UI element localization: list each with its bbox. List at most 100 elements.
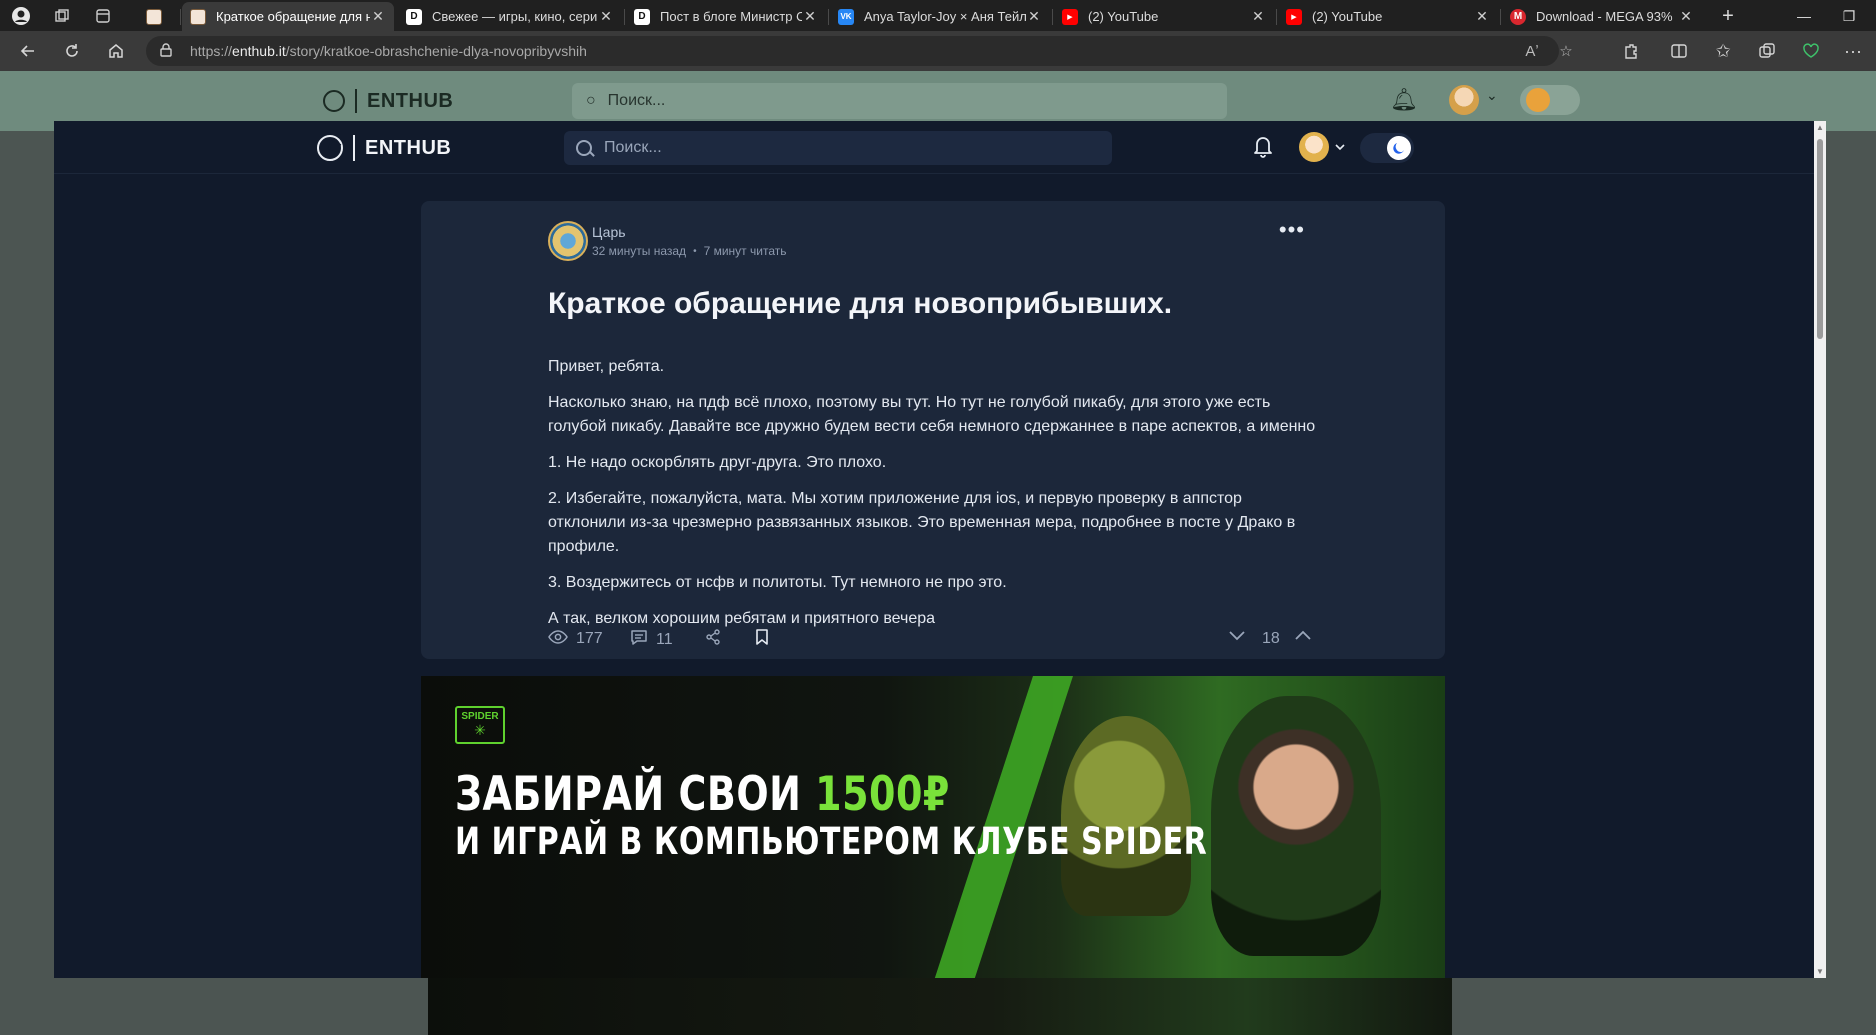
post-paragraph: 1. Не надо оскорблять друг-друга. Это пл… [548,454,887,471]
close-tab-icon[interactable]: ✕ [1250,8,1266,25]
background-search: ○ Поиск... [572,83,1227,119]
fortnite-character-image [1211,696,1381,956]
post-actions: 177 11 18 [548,628,1318,654]
page-viewport: ENTHUB ○ Поиск... 🔔︎ ⌄ ENTHUB Поиск... Ц… [0,71,1876,1035]
tab-title: (2) YouTube [1088,9,1159,24]
tab[interactable]: D Пост в блоге Министр Орте ✕ [626,2,826,31]
enthub-logo-icon [317,135,343,161]
restore-button[interactable]: ❐ [1834,3,1864,29]
author-name[interactable]: Царь [592,224,786,240]
tab-title: Anya Taylor-Joy × Аня Тейло [864,9,1026,24]
new-tab-button[interactable]: + [1715,3,1741,29]
tab-actions-icon[interactable] [90,3,116,29]
browser-essentials-icon[interactable] [1797,37,1825,65]
tab-active[interactable]: Краткое обращение для но ✕ [182,2,394,31]
post-paragraph: 3. Воздержитесь от нсфв и политоты. Тут … [548,574,1007,591]
extensions-icon[interactable] [1617,37,1645,65]
modal-scrollbar[interactable]: ▲ ▼ [1814,121,1826,978]
author-avatar[interactable] [548,221,588,261]
share-icon [704,628,722,651]
split-screen-icon[interactable] [1665,37,1693,65]
bookmark-icon [754,628,770,651]
search-icon [576,140,592,156]
theme-toggle[interactable] [1360,133,1414,163]
more-options-icon[interactable]: ••• [1279,219,1305,241]
dtf-favicon: D [634,8,650,25]
eye-icon [548,628,568,649]
background-banner [428,976,1452,1035]
read-time: 7 минут читать [703,244,787,258]
read-aloud-icon[interactable]: Aʼ [1518,37,1546,65]
logo-text: ENTHUB [365,136,452,159]
browser-tab-strip: Краткое обращение для но ✕ D Свежее — иг… [0,0,1876,31]
scroll-thumb[interactable] [1817,139,1823,339]
url-text: https://enthub.it/story/kratkoe-obrashch… [190,43,587,59]
back-button[interactable] [14,37,42,65]
share-button[interactable] [704,628,730,651]
site-logo[interactable]: ENTHUB [317,135,451,161]
tab[interactable]: ▶ (2) YouTube ✕ [1054,2,1274,31]
avatar [1299,132,1329,162]
post-paragraph: Привет, ребята. [548,358,665,375]
close-tab-icon[interactable]: ✕ [802,8,818,25]
close-tab-icon[interactable]: ✕ [370,8,386,25]
address-bar[interactable]: https://enthub.it/story/kratkoe-obrashch… [146,36,1573,66]
search-input[interactable]: Поиск... [564,131,1112,165]
youtube-favicon: ▶ [1286,8,1302,25]
reload-button[interactable] [58,37,86,65]
tab-title: Краткое обращение для но [216,9,370,24]
background-bell-icon: 🔔︎ [1390,87,1418,112]
close-tab-icon[interactable]: ✕ [1474,8,1490,25]
upvote-button[interactable] [1294,628,1312,646]
tab[interactable]: M Download - MEGA 93% ✕ [1502,2,1702,31]
moon-icon [1387,136,1411,160]
home-button[interactable] [102,37,130,65]
post-card: Царь 32 минуты назад • 7 минут читать ••… [421,201,1445,659]
menu-icon[interactable]: ··· [1839,37,1867,65]
tab-title: Пост в блоге Министр Орте [660,9,802,24]
chevron-up-icon [1295,630,1311,640]
post-paragraph: Насколько знаю, на пдф всё плохо, поэтом… [548,394,1316,435]
favorite-star-icon[interactable]: ☆ [1552,37,1580,65]
comments-button[interactable]: 11 [630,628,673,651]
user-menu-button[interactable] [1299,132,1345,162]
bookmark-button[interactable] [754,628,778,651]
notifications-bell-icon[interactable] [1252,134,1274,164]
youtube-favicon: ▶ [1062,8,1078,25]
close-tab-icon[interactable]: ✕ [1026,8,1042,25]
tab[interactable]: ▶ (2) YouTube ✕ [1278,2,1498,31]
enthub-favicon [146,8,162,25]
spider-logo: SPIDER ✳ [455,706,505,744]
minimize-button[interactable]: — [1789,3,1819,29]
doom-character-image [1061,716,1191,916]
tab-pinned[interactable] [138,2,176,31]
collections-icon[interactable] [1753,37,1781,65]
post-meta: 32 минуты назад • 7 минут читать [592,244,787,258]
chevron-down-icon [1229,631,1245,641]
favorites-icon[interactable]: ✩ [1709,37,1737,65]
comments-count: 11 [656,630,673,648]
browser-toolbar: https://enthub.it/story/kratkoe-obrashch… [0,31,1876,71]
mega-favicon: M [1510,8,1526,25]
background-chevron-icon: ⌄ [1486,87,1498,103]
banner-headline: ЗАБИРАЙ СВОИ 1500₽ [455,766,950,821]
post-title: Краткое обращение для новоприбывших. [548,287,1173,320]
close-tab-icon[interactable]: ✕ [598,8,614,25]
lock-icon[interactable] [160,42,178,60]
tab[interactable]: VK Anya Taylor-Joy × Аня Тейло ✕ [830,2,1050,31]
tab-title: (2) YouTube [1312,9,1383,24]
scroll-up-arrow-icon[interactable]: ▲ [1816,123,1824,132]
scroll-down-arrow-icon[interactable]: ▼ [1816,967,1824,976]
views-counter: 177 [548,628,603,649]
downvote-button[interactable] [1228,628,1246,646]
tab[interactable]: D Свежее — игры, кино, сери ✕ [398,2,622,31]
post-body: Привет, ребята. Насколько знаю, на пдф в… [548,355,1318,643]
site-header: ENTHUB Поиск... [54,121,1814,174]
close-tab-icon[interactable]: ✕ [1678,8,1694,25]
ad-banner[interactable]: SPIDER ✳ ЗАБИРАЙ СВОИ 1500₽ И ИГРАЙ В КО… [421,676,1445,978]
banner-subline: И ИГРАЙ В КОМПЬЮТЕРОМ КЛУБЕ SPIDER [455,820,1208,864]
views-count: 177 [576,629,603,647]
workspaces-icon[interactable] [49,3,75,29]
background-sun-icon [1526,88,1550,112]
profile-icon[interactable] [8,3,34,29]
